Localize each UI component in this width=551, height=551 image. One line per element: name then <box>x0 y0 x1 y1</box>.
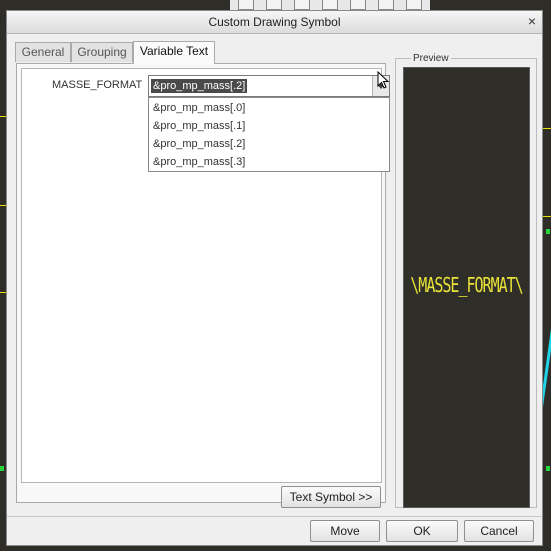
text-symbol-button[interactable]: Text Symbol >> <box>281 486 381 508</box>
toolbar-copy-icon <box>350 0 366 10</box>
close-icon[interactable]: × <box>528 13 536 29</box>
toolbar-zoom-icon <box>238 0 254 10</box>
bg-marker <box>0 466 4 471</box>
variable-value-combobox[interactable]: &pro_mp_mass[.2] <box>148 75 390 97</box>
preview-label: Preview <box>411 53 451 64</box>
dialog-title: Custom Drawing Symbol <box>208 15 341 29</box>
dropdown-option[interactable]: &pro_mp_mass[.1] <box>153 118 245 134</box>
toolbar-zoom-in-icon <box>266 0 282 10</box>
toolbar-tools-icon <box>406 0 422 10</box>
ok-button[interactable]: OK <box>386 520 458 542</box>
dropdown-option[interactable]: &pro_mp_mass[.2] <box>153 136 245 152</box>
bg-drawing-line <box>543 128 551 129</box>
toolbar-edit-icon <box>322 0 338 10</box>
move-button[interactable]: Move <box>310 520 380 542</box>
value-dropdown-list: &pro_mp_mass[.0] &pro_mp_mass[.1] &pro_m… <box>148 97 390 172</box>
bg-drawing-line <box>543 216 551 217</box>
tab-variable-text[interactable]: Variable Text <box>133 41 215 64</box>
variable-list: MASSE_FORMAT &pro_mp_mass[.2] &pro_mp_ma… <box>21 68 390 483</box>
toolbar-zoom-out-icon <box>294 0 310 10</box>
dropdown-option[interactable]: &pro_mp_mass[.3] <box>153 154 245 170</box>
variable-text-panel: MASSE_FORMAT &pro_mp_mass[.2] &pro_mp_ma… <box>16 63 390 508</box>
mouse-cursor-icon <box>377 71 390 89</box>
toolbar-paste-icon <box>378 0 394 10</box>
custom-drawing-symbol-dialog: Custom Drawing Symbol × General Grouping… <box>6 10 543 546</box>
combo-selected-value: &pro_mp_mass[.2] <box>149 78 249 94</box>
preview-canvas: \MASSE_FORMAT\ <box>403 67 530 508</box>
cancel-button[interactable]: Cancel <box>464 520 534 542</box>
dropdown-option[interactable]: &pro_mp_mass[.0] <box>153 100 245 116</box>
tab-grouping[interactable]: Grouping <box>71 42 133 62</box>
dialog-titlebar[interactable]: Custom Drawing Symbol × <box>7 11 542 34</box>
bg-marker <box>546 229 550 234</box>
tab-general[interactable]: General <box>15 42 71 62</box>
preview-symbol-text: \MASSE_FORMAT\ <box>410 272 523 298</box>
bg-marker <box>546 466 550 471</box>
variable-name-label: MASSE_FORMAT <box>52 79 143 91</box>
footer-separator <box>7 516 542 517</box>
